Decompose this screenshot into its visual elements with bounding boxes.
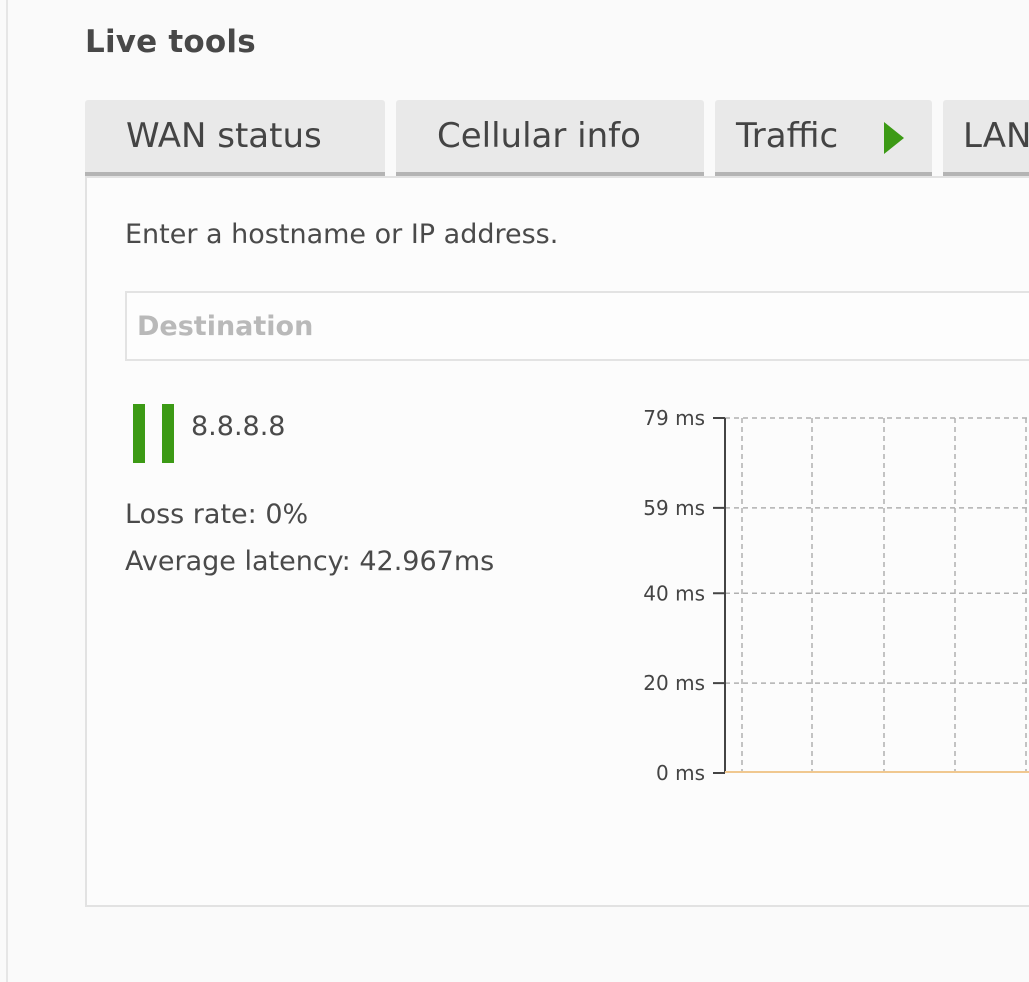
tab-lan[interactable]: LAN: [943, 100, 1029, 178]
play-icon: [884, 122, 904, 154]
y-tick-label: 0 ms: [656, 761, 705, 785]
destination-prompt: Enter a hostname or IP address.: [125, 219, 559, 250]
ping-host: 8.8.8.8: [191, 411, 286, 442]
tab-wan-status[interactable]: WAN status: [85, 100, 385, 178]
pause-button[interactable]: [133, 404, 175, 463]
average-latency: Average latency: 42.967ms: [125, 546, 495, 577]
tab-label: LAN: [963, 116, 1029, 156]
tab-bar: WAN status Cellular info Traffic LAN: [85, 100, 1029, 178]
y-tick-label: 20 ms: [643, 671, 705, 695]
y-tick-label: 59 ms: [643, 496, 705, 520]
section-title: Live tools: [85, 24, 256, 60]
tab-cellular-info[interactable]: Cellular info: [396, 100, 704, 178]
y-tick-label: 79 ms: [643, 406, 705, 430]
live-tools-page: Live tools WAN status Cellular info Traf…: [0, 0, 1029, 982]
tab-label: Cellular info: [437, 116, 641, 156]
pause-icon: [133, 404, 145, 463]
tab-label: WAN status: [126, 116, 322, 156]
chart-y-axis: 79 ms 59 ms 40 ms 20 ms 0 ms: [643, 406, 726, 785]
pause-icon: [162, 404, 174, 463]
tab-traffic[interactable]: Traffic: [715, 100, 932, 178]
destination-input[interactable]: [125, 291, 1029, 361]
chart-grid: [725, 417, 1029, 773]
y-tick-label: 40 ms: [643, 581, 705, 605]
latency-chart: 79 ms 59 ms 40 ms 20 ms 0 ms: [643, 406, 1029, 785]
loss-rate: Loss rate: 0%: [125, 499, 309, 530]
left-divider: [6, 0, 8, 982]
tab-label: Traffic: [736, 116, 839, 156]
